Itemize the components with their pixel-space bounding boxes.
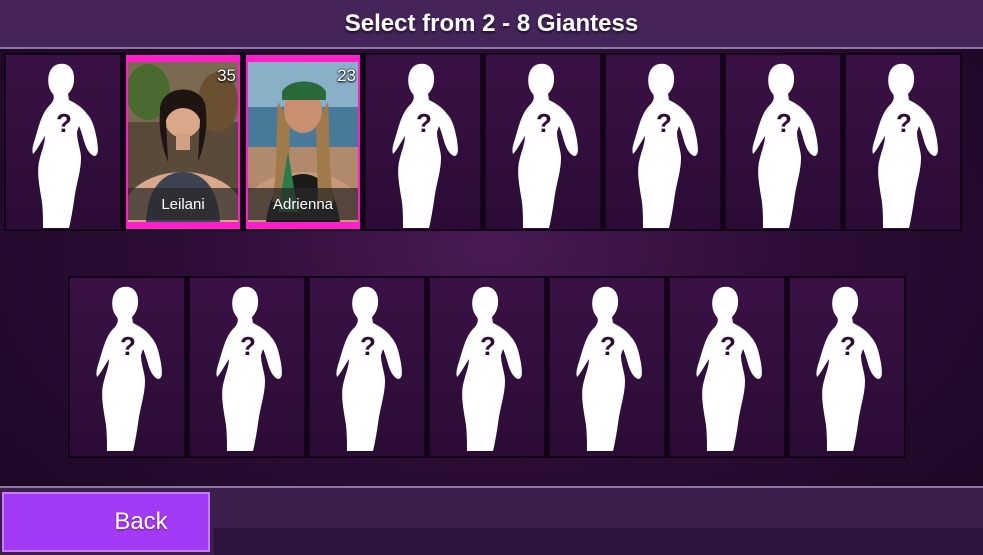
empty-character-slot[interactable]: ? <box>789 277 905 457</box>
svg-text:?: ? <box>840 331 856 361</box>
silhouette-question-icon: ? <box>456 286 522 451</box>
silhouette-question-icon: ? <box>216 286 282 451</box>
empty-character-slot[interactable]: ? <box>485 54 601 230</box>
empty-character-slot[interactable]: ? <box>429 277 545 457</box>
character-age: 35 <box>217 66 236 85</box>
empty-character-slot[interactable]: ? <box>845 54 961 230</box>
silhouette-question-icon: ? <box>752 63 818 228</box>
svg-text:?: ? <box>480 331 496 361</box>
empty-character-slot[interactable]: ? <box>725 54 841 230</box>
character-name: Adrienna <box>272 195 334 213</box>
footer-bar: Back <box>0 486 983 555</box>
silhouette-question-icon: ? <box>32 63 98 228</box>
empty-character-slot[interactable]: ? <box>365 54 481 230</box>
svg-text:?: ? <box>600 331 616 361</box>
page-title: Select from 2 - 8 Giantess <box>344 9 639 37</box>
back-button[interactable]: Back <box>2 492 210 552</box>
svg-text:?: ? <box>896 108 912 138</box>
character-row-2: ??????? <box>68 276 906 458</box>
svg-text:?: ? <box>120 331 136 361</box>
character-name-bar: Adrienna <box>248 188 358 220</box>
svg-text:?: ? <box>360 331 376 361</box>
empty-character-slot[interactable]: ? <box>605 54 721 230</box>
silhouette-question-icon: ? <box>96 286 162 451</box>
svg-text:?: ? <box>536 108 552 138</box>
footer-strip <box>214 528 983 555</box>
silhouette-question-icon: ? <box>816 286 882 451</box>
svg-text:?: ? <box>776 108 792 138</box>
svg-text:?: ? <box>720 331 736 361</box>
silhouette-question-icon: ? <box>632 63 698 228</box>
svg-text:?: ? <box>416 108 432 138</box>
silhouette-question-icon: ? <box>512 63 578 228</box>
silhouette-question-icon: ? <box>576 286 642 451</box>
empty-character-slot[interactable]: ? <box>549 277 665 457</box>
empty-character-slot[interactable]: ? <box>69 277 185 457</box>
character-name-bar: Leilani <box>128 188 238 220</box>
empty-character-slot[interactable]: ? <box>669 277 785 457</box>
header-bar: Select from 2 - 8 Giantess <box>0 0 983 49</box>
silhouette-question-icon: ? <box>336 286 402 451</box>
svg-text:?: ? <box>240 331 256 361</box>
character-age: 23 <box>337 66 356 85</box>
back-button-label: Back <box>114 508 168 535</box>
empty-character-slot[interactable]: ? <box>5 54 121 230</box>
svg-text:?: ? <box>56 108 72 138</box>
silhouette-question-icon: ? <box>696 286 762 451</box>
character-card-adrienna[interactable]: 23 Adrienna <box>245 54 361 230</box>
svg-text:?: ? <box>656 108 672 138</box>
character-name: Leilani <box>161 195 205 213</box>
character-row-1: ? 35 Leilani 23 Adrienna????? <box>4 53 962 231</box>
character-card-leilani[interactable]: 35 Leilani <box>125 54 241 230</box>
silhouette-question-icon: ? <box>392 63 458 228</box>
empty-character-slot[interactable]: ? <box>189 277 305 457</box>
silhouette-question-icon: ? <box>872 63 938 228</box>
empty-character-slot[interactable]: ? <box>309 277 425 457</box>
